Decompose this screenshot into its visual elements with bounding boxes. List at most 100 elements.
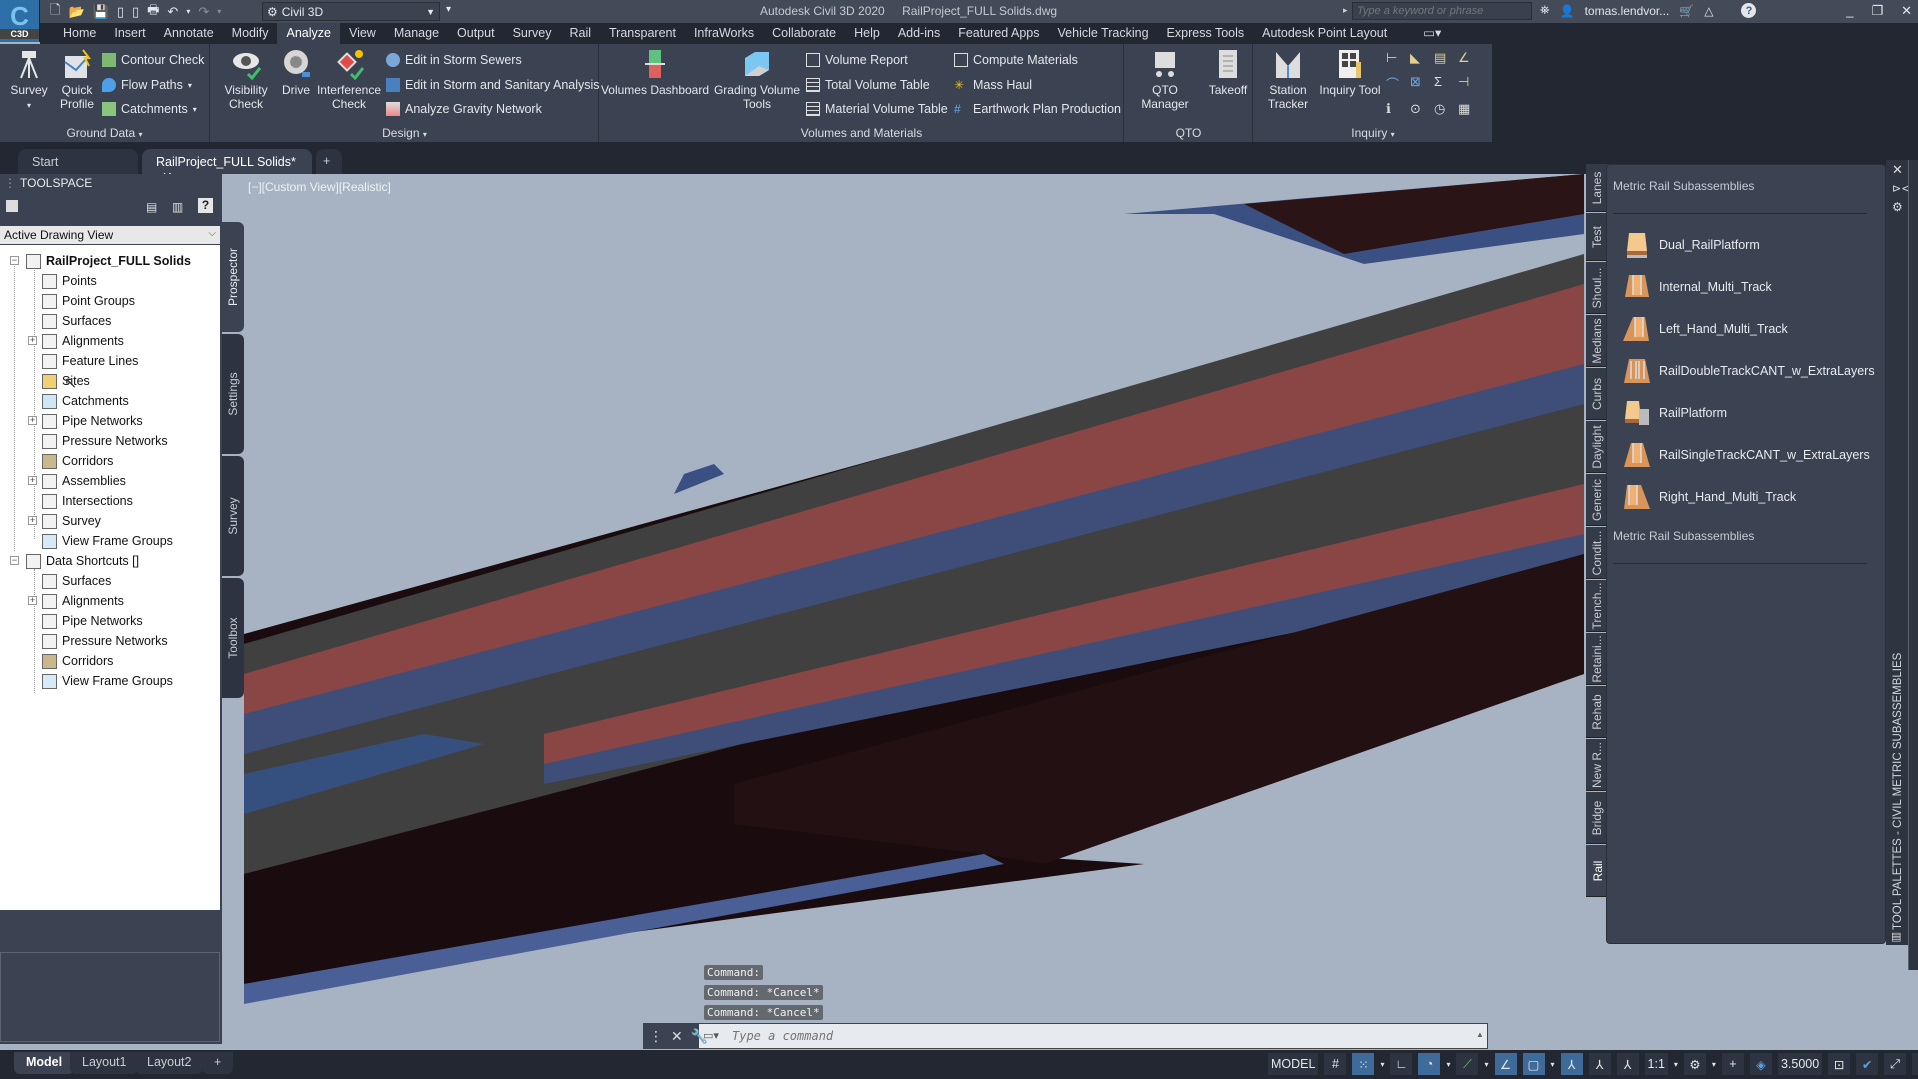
palette-tab-test[interactable]: Test bbox=[1586, 213, 1608, 261]
earthwork-plan-button[interactable]: # Earthwork Plan Production bbox=[954, 98, 1121, 120]
tab-output[interactable]: Output bbox=[448, 23, 504, 44]
mass-haul-button[interactable]: ✳ Mass Haul bbox=[954, 74, 1032, 96]
tab-express-tools[interactable]: Express Tools bbox=[1158, 23, 1254, 44]
object-snap-tracking-icon[interactable]: ∠ bbox=[1494, 1053, 1517, 1075]
shortcut-item-corridors[interactable]: Corridors bbox=[42, 651, 113, 671]
measure-icon[interactable]: ⊣ bbox=[1458, 74, 1482, 93]
tab-transparent[interactable]: Transparent bbox=[600, 23, 685, 44]
a360-icon[interactable]: △ bbox=[1704, 4, 1713, 18]
total-volume-table-button[interactable]: Total Volume Table bbox=[806, 74, 930, 96]
expand-icon[interactable]: + bbox=[28, 416, 37, 425]
toolspace-title[interactable]: ⋮ TOOLSPACE bbox=[4, 176, 92, 190]
tree-item-catchments[interactable]: Catchments bbox=[42, 391, 129, 411]
hardware-acceleration-icon[interactable]: ✔ bbox=[1856, 1053, 1879, 1075]
isolate-objects-icon[interactable]: ⊡ bbox=[1828, 1053, 1851, 1075]
area-icon[interactable]: ◣ bbox=[1410, 50, 1434, 66]
user-icon[interactable]: 👤 bbox=[1560, 4, 1575, 18]
tree-item-intersections[interactable]: Intersections bbox=[42, 491, 133, 511]
palette-item-internal-multi-track[interactable]: Internal_Multi_Track bbox=[1623, 269, 1772, 305]
tree-root-data-shortcuts[interactable]: − Data Shortcuts [] bbox=[10, 551, 139, 571]
flow-paths-button[interactable]: Flow Paths ▾ bbox=[102, 74, 192, 96]
palette-tab-conditional[interactable]: Condit... bbox=[1586, 527, 1608, 579]
analyze-gravity-network-button[interactable]: Analyze Gravity Network bbox=[386, 98, 542, 120]
tab-help[interactable]: Help bbox=[845, 23, 889, 44]
customize-qat-icon[interactable]: ▾ bbox=[446, 4, 451, 15]
auto-scale-icon[interactable]: ⅄ bbox=[1588, 1053, 1611, 1075]
qto-manager-button[interactable]: QTO Manager bbox=[1127, 48, 1203, 111]
ribbon-minimize-icon[interactable]: ▭▾ bbox=[1414, 22, 1450, 44]
calculator-icon[interactable]: ▦ bbox=[1458, 101, 1482, 117]
tab-drawing[interactable]: RailProject_FULL Solids* ✕ bbox=[142, 149, 312, 184]
application-menu-button[interactable]: C C3D bbox=[0, 0, 40, 42]
help-icon[interactable]: ? bbox=[198, 198, 213, 213]
tree-item-pipe-networks[interactable]: + Pipe Networks bbox=[28, 411, 143, 431]
object-snap-icon[interactable]: ▢ bbox=[1522, 1053, 1545, 1075]
view-selector-dropdown[interactable]: Active Drawing View ⌵ bbox=[0, 226, 220, 244]
palette-tab-new-road[interactable]: New R... bbox=[1586, 739, 1608, 791]
snap-icon[interactable]: ⁙ bbox=[1352, 1053, 1375, 1075]
palette-tab-bridge[interactable]: Bridge bbox=[1586, 792, 1608, 844]
close-window-button[interactable]: ✕ bbox=[1901, 3, 1912, 19]
minimize-button[interactable]: _ bbox=[1846, 3, 1853, 19]
close-palette-icon[interactable]: ✕ bbox=[1892, 162, 1903, 178]
annotation-visibility-icon[interactable]: ⅄ bbox=[1560, 1053, 1583, 1075]
distance-icon[interactable]: ⊢ bbox=[1386, 50, 1410, 66]
dropdown-icon[interactable]: ▾ bbox=[1484, 1060, 1488, 1069]
tab-insert[interactable]: Insert bbox=[105, 23, 154, 44]
properties-icon[interactable]: ⚙ bbox=[1892, 200, 1903, 214]
dropdown-icon[interactable]: ▾ bbox=[1712, 1060, 1716, 1069]
palette-item-left-hand-multi-track[interactable]: Left_Hand_Multi_Track bbox=[1623, 311, 1788, 347]
new-file-icon[interactable]: 🗋 bbox=[50, 1, 60, 23]
tab-annotate[interactable]: Annotate bbox=[155, 23, 223, 44]
help-icon[interactable]: ? bbox=[1741, 3, 1757, 18]
expand-icon[interactable]: + bbox=[28, 516, 37, 525]
dropdown-icon[interactable]: ▾ bbox=[1380, 1060, 1384, 1069]
viewport-controls-label[interactable]: [−][Custom View][Realistic] bbox=[248, 180, 391, 194]
palette-tab-rehab[interactable]: Rehab bbox=[1586, 686, 1608, 738]
palette-tab-retaining[interactable]: Retaini... bbox=[1586, 633, 1608, 685]
tree-item-pressure-networks[interactable]: Pressure Networks bbox=[42, 431, 168, 451]
tree-item-alignments[interactable]: + Alignments bbox=[28, 331, 124, 351]
tree-root-project[interactable]: − RailProject_FULL Solids bbox=[10, 251, 191, 271]
sum-icon[interactable]: Σ bbox=[1434, 74, 1458, 93]
drive-button[interactable]: Drive bbox=[277, 48, 315, 97]
tree-item-view-frame-groups[interactable]: View Frame Groups bbox=[42, 531, 173, 551]
prospector-search-icon[interactable] bbox=[6, 200, 18, 212]
redo-icon[interactable]: ↷ bbox=[198, 4, 209, 20]
volumes-dashboard-button[interactable]: Volumes Dashboard bbox=[600, 48, 710, 97]
dropdown-icon[interactable]: ▾ bbox=[1551, 1060, 1555, 1069]
close-command-icon[interactable]: ✕ bbox=[671, 1028, 683, 1045]
quick-profile-button[interactable]: Quick Profile bbox=[55, 48, 99, 111]
panel-title-ground-data[interactable]: Ground Data ▾ bbox=[0, 126, 209, 140]
tree-item-surfaces[interactable]: Surfaces bbox=[42, 311, 111, 331]
save-icon[interactable]: 💾 bbox=[93, 4, 109, 20]
palette-menu-icon[interactable]: ▤ bbox=[1891, 930, 1901, 943]
visibility-check-button[interactable]: Visibility Check bbox=[217, 48, 275, 111]
layout-tab-layout1[interactable]: Layout1 bbox=[70, 1052, 139, 1074]
command-input[interactable] bbox=[732, 1027, 1472, 1045]
shortcut-item-alignments[interactable]: + Alignments bbox=[28, 591, 124, 611]
tab-point-layout[interactable]: Autodesk Point Layout bbox=[1253, 23, 1396, 44]
plot-icon[interactable]: 🖶 bbox=[147, 1, 159, 23]
tree-item-point-groups[interactable]: Point Groups bbox=[42, 291, 135, 311]
catchments-button[interactable]: Catchments ▾ bbox=[102, 98, 197, 120]
dropdown-icon[interactable]: ▾ bbox=[1446, 1060, 1450, 1069]
tab-prospector[interactable]: Prospector bbox=[222, 222, 244, 332]
arc-icon[interactable]: ⌒ bbox=[1386, 74, 1410, 93]
station-tracker-button[interactable]: Station Tracker bbox=[1262, 48, 1314, 111]
grid-icon[interactable]: # bbox=[1324, 1053, 1347, 1075]
workspace-selector[interactable]: ⚙ Civil 3D ▼ bbox=[262, 2, 440, 21]
shortcut-item-view-frame-groups[interactable]: View Frame Groups bbox=[42, 671, 173, 691]
shortcut-item-pipe-networks[interactable]: Pipe Networks bbox=[42, 611, 143, 631]
palette-tab-generic[interactable]: Generic bbox=[1586, 474, 1608, 526]
tab-rail[interactable]: Rail bbox=[560, 23, 600, 44]
binoculars-icon[interactable]: ⛯ bbox=[1540, 3, 1550, 18]
tab-analyze[interactable]: Analyze bbox=[277, 23, 340, 44]
compute-materials-button[interactable]: Compute Materials bbox=[954, 49, 1078, 71]
expand-icon[interactable]: + bbox=[28, 336, 37, 345]
expand-icon[interactable]: + bbox=[28, 596, 37, 605]
palette-tab-medians[interactable]: Medians bbox=[1586, 315, 1608, 367]
tree-item-survey[interactable]: + Survey bbox=[28, 511, 101, 531]
panel-title-inquiry[interactable]: Inquiry ▾ bbox=[1254, 126, 1492, 140]
isometric-icon[interactable]: ⟋ bbox=[1456, 1053, 1479, 1075]
